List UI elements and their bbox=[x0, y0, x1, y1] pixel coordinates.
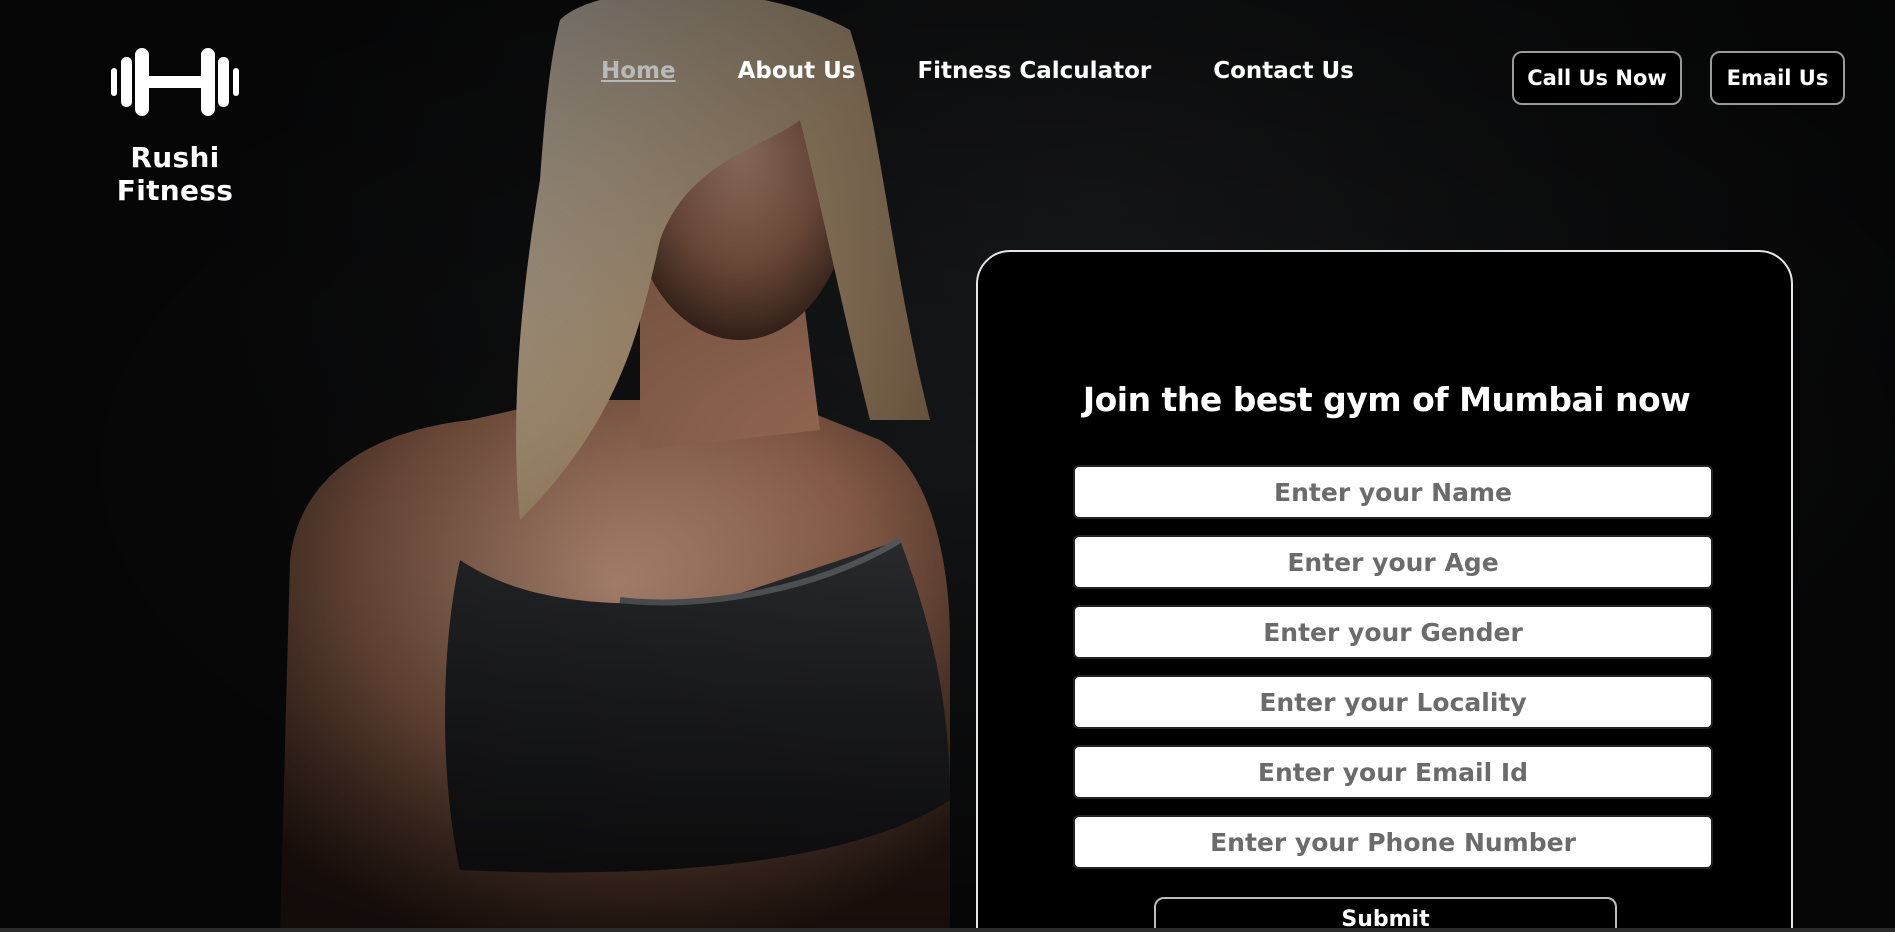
nav-about-us[interactable]: About Us bbox=[738, 58, 856, 84]
email-us-button[interactable]: Email Us bbox=[1710, 51, 1845, 105]
phone-input[interactable] bbox=[1073, 815, 1713, 869]
signup-form-card: Join the best gym of Mumbai now Submit bbox=[976, 250, 1793, 932]
nav-fitness-calculator[interactable]: Fitness Calculator bbox=[917, 58, 1151, 84]
form-title: Join the best gym of Mumbai now bbox=[1082, 380, 1691, 419]
submit-button[interactable]: Submit bbox=[1154, 897, 1617, 932]
age-input[interactable] bbox=[1073, 535, 1713, 589]
name-input[interactable] bbox=[1073, 465, 1713, 519]
dumbbell-icon bbox=[111, 48, 239, 116]
main-nav: Home About Us Fitness Calculator Contact… bbox=[601, 58, 1354, 84]
gender-input[interactable] bbox=[1073, 605, 1713, 659]
call-us-button[interactable]: Call Us Now bbox=[1512, 51, 1682, 105]
brand-name: Rushi Fitness bbox=[116, 141, 234, 207]
nav-contact-us[interactable]: Contact Us bbox=[1213, 58, 1354, 84]
locality-input[interactable] bbox=[1073, 675, 1713, 729]
email-input[interactable] bbox=[1073, 745, 1713, 799]
bottom-scroll-edge bbox=[0, 928, 1895, 932]
brand-logo[interactable]: Rushi Fitness bbox=[70, 45, 280, 207]
nav-home[interactable]: Home bbox=[601, 58, 676, 84]
